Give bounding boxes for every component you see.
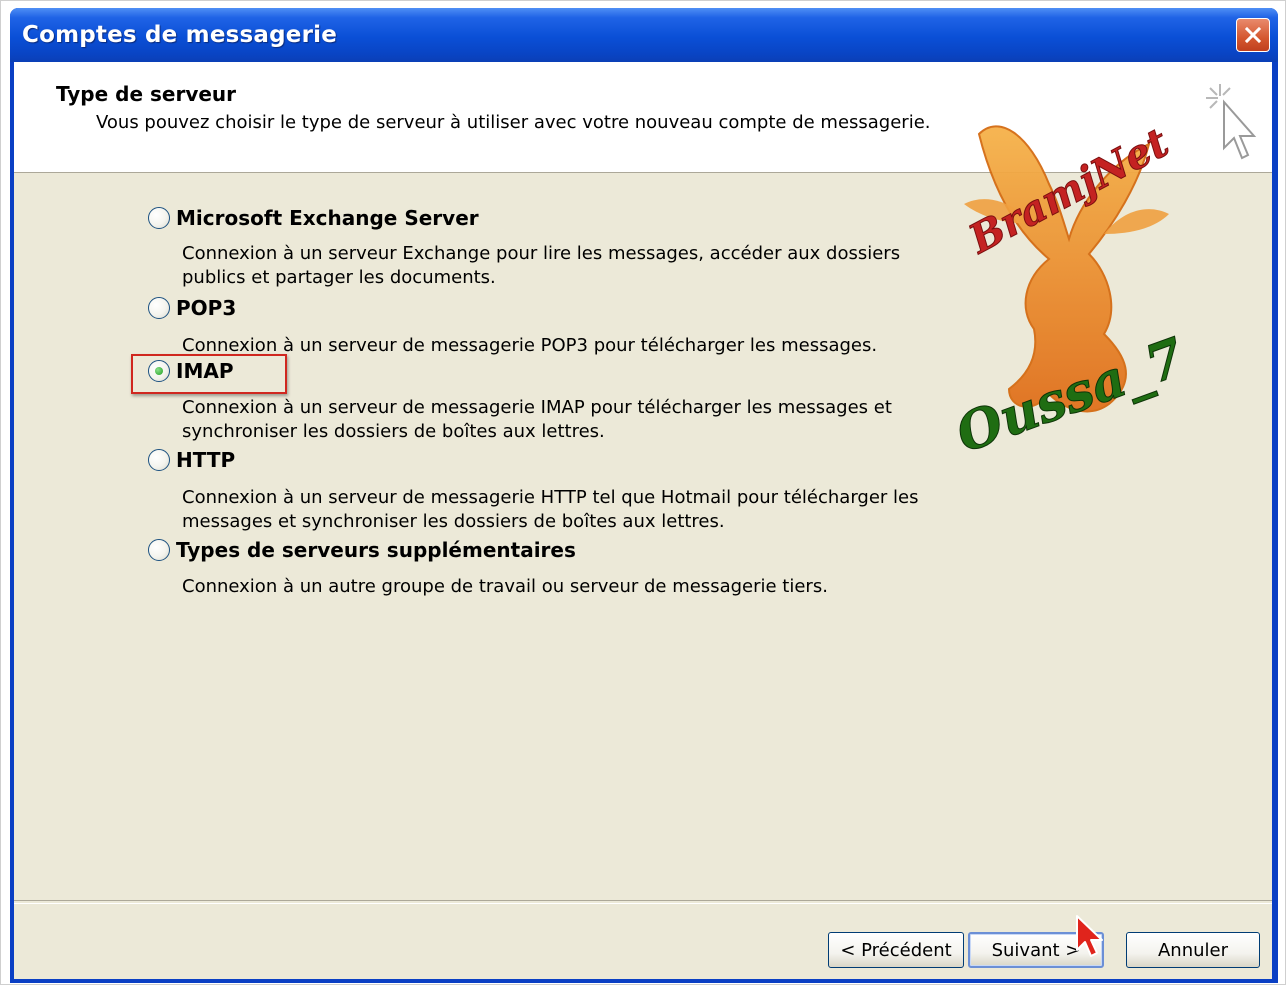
option-label: Types de serveurs supplémentaires	[176, 538, 576, 562]
title-bar[interactable]: Comptes de messagerie	[10, 8, 1278, 62]
radio-option-imap[interactable]: IMAP	[148, 359, 233, 383]
option-description: Connexion à un autre groupe de travail o…	[182, 576, 828, 597]
radio-button[interactable]	[148, 360, 170, 382]
option-label: Microsoft Exchange Server	[176, 206, 479, 230]
option-label: POP3	[176, 296, 237, 320]
option-label: IMAP	[176, 359, 234, 383]
dialog-window: Comptes de messagerie Type de serveur Vo…	[10, 8, 1278, 983]
radio-option-additional[interactable]: Types de serveurs supplémentaires	[148, 538, 576, 562]
radio-button[interactable]	[148, 449, 170, 471]
option-label: HTTP	[176, 448, 236, 472]
option-description: Connexion à un serveur de messagerie IMA…	[182, 397, 892, 442]
radio-selected-dot	[155, 367, 163, 375]
dialog-body: Type de serveur Vous pouvez choisir le t…	[14, 62, 1272, 979]
mouse-pointer-icon	[1076, 915, 1103, 957]
radio-button[interactable]	[148, 207, 170, 229]
close-button[interactable]	[1236, 18, 1270, 52]
watermark-logo: BramjNet Oussa_7	[948, 118, 1193, 464]
window-title: Comptes de messagerie	[22, 22, 338, 48]
cancel-button[interactable]: Annuler	[1126, 932, 1260, 968]
footer-separator	[14, 900, 1272, 904]
option-description: Connexion à un serveur de messagerie POP…	[182, 335, 878, 356]
back-button[interactable]: < Précédent	[828, 932, 964, 968]
radio-option-http[interactable]: HTTP	[148, 448, 235, 472]
page-description: Vous pouvez choisir le type de serveur à…	[96, 112, 931, 133]
radio-option-pop3[interactable]: POP3	[148, 296, 236, 320]
close-icon	[1244, 26, 1262, 44]
radio-option-exchange[interactable]: Microsoft Exchange Server	[148, 206, 479, 230]
option-description: Connexion à un serveur de messagerie HTT…	[182, 487, 919, 532]
radio-button[interactable]	[148, 539, 170, 561]
option-description: Connexion à un serveur Exchange pour lir…	[182, 243, 901, 288]
radio-button[interactable]	[148, 297, 170, 319]
page-title: Type de serveur	[56, 82, 237, 106]
